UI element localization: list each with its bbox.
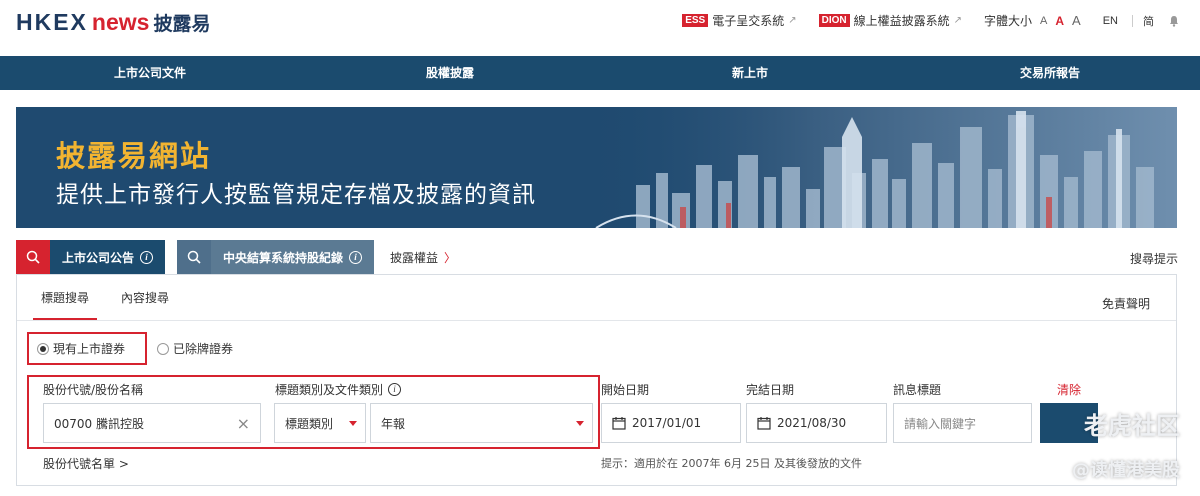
category-select-value: 標題類別 <box>285 416 334 431</box>
radio-current-listed[interactable] <box>37 342 49 355</box>
security-type-radios: 現有上市證券 已除牌證券 <box>27 332 233 365</box>
font-size-small-button[interactable]: A <box>1040 15 1047 27</box>
nav-new-listings[interactable]: 新上市 <box>600 56 900 90</box>
stock-code-list-link[interactable]: 股份代號名單 > <box>43 455 129 472</box>
top-links: ESS 電子呈交系統 ↗ DION 線上權益披露系統 ↗ 字體大小 A A A … <box>682 12 1180 29</box>
start-date-input[interactable]: 2017/01/01 <box>601 403 741 443</box>
font-size-control: 字體大小 A A A <box>984 12 1081 29</box>
bell-icon[interactable] <box>1168 15 1180 27</box>
search-icon-box <box>177 240 212 274</box>
search-icon-box <box>16 240 50 274</box>
logo-news-text: news <box>91 9 150 35</box>
search-icon <box>187 250 201 264</box>
category-label-row: 標題類別及文件類別 i <box>275 381 402 398</box>
search-tips-link[interactable]: 搜尋提示 <box>1130 250 1178 267</box>
nav-exchange-reports[interactable]: 交易所報告 <box>900 56 1200 90</box>
hkexnews-logo[interactable]: HKEX news 披露易 <box>16 9 210 36</box>
ess-link[interactable]: ESS 電子呈交系統 ↗ <box>682 12 797 29</box>
nav-listed-company-documents[interactable]: 上市公司文件 <box>0 56 300 90</box>
language-simplified-link[interactable]: 简 <box>1143 13 1154 29</box>
radio-delisted-option[interactable]: 已除牌證券 <box>157 340 233 357</box>
ess-label: 電子呈交系統 <box>712 14 785 28</box>
search-icon <box>26 250 40 264</box>
info-icon[interactable]: i <box>140 250 154 264</box>
ess-badge: ESS <box>682 14 709 27</box>
stock-input[interactable]: 00700 騰訊控股 × <box>43 403 261 443</box>
external-link-icon: ↗ <box>788 15 797 26</box>
date-range-hint: 提示：適用於在 2007年 6月 25日 及其後發放的文件 <box>601 457 862 470</box>
logo-cn-text: 披露易 <box>153 13 211 35</box>
info-icon[interactable]: i <box>388 383 402 396</box>
dion-label: 線上權益披露系統 <box>853 14 950 28</box>
headline-input[interactable]: 請輸入關鍵字 <box>893 403 1032 443</box>
clear-button[interactable]: 清除 <box>1057 381 1081 398</box>
nav-disclosure-of-interests[interactable]: 股權披露 <box>300 56 600 90</box>
chevron-down-icon <box>349 420 357 426</box>
disclaimer-link[interactable]: 免責聲明 <box>1102 295 1150 312</box>
chevron-down-icon <box>576 420 584 426</box>
banner-title: 披露易網站 <box>56 139 212 173</box>
info-icon[interactable]: i <box>349 250 363 264</box>
tab-ccass-shareholding[interactable]: 中央結算系統持股紀錄 i <box>177 240 375 274</box>
disclosure-label: 披露權益 <box>390 250 439 265</box>
font-size-large-button[interactable]: A <box>1072 13 1081 28</box>
banner-subtitle: 提供上市發行人按監管規定存檔及披露的資訊 <box>56 182 536 208</box>
city-skyline-illustration <box>576 107 1177 228</box>
search-panel: 標題搜尋 內容搜尋 免責聲明 現有上市證券 已除牌證券 股份代號/股份名稱 標題… <box>16 274 1177 486</box>
start-date-value: 2017/01/01 <box>632 416 702 430</box>
tab-listed-announcements[interactable]: 上市公司公告 i <box>16 240 166 274</box>
main-nav: 上市公司文件 股權披露 新上市 交易所報告 <box>0 56 1200 90</box>
document-type-select[interactable]: 年報 <box>370 403 593 443</box>
document-type-value: 年報 <box>381 416 406 431</box>
calendar-icon <box>757 417 771 430</box>
watermark-tiger-community: 老虎社区 <box>1084 412 1180 440</box>
headline-label: 訊息標題 <box>893 383 942 397</box>
divider <box>1132 14 1133 27</box>
tab-label-box: 上市公司公告 i <box>50 240 166 274</box>
radio-delisted-label: 已除牌證券 <box>173 342 234 356</box>
logo-hkex-text: HKEX <box>16 9 88 35</box>
font-size-label: 字體大小 <box>984 14 1033 28</box>
tab-content-search[interactable]: 內容搜尋 <box>121 275 169 321</box>
tab-listed-announcements-label: 上市公司公告 <box>62 250 135 265</box>
sub-tabs: 標題搜尋 內容搜尋 <box>33 275 193 321</box>
stock-input-value: 00700 騰訊控股 <box>54 416 144 431</box>
divider <box>17 320 1176 321</box>
category-select[interactable]: 標題類別 <box>274 403 366 443</box>
headline-placeholder: 請輸入關鍵字 <box>904 416 977 431</box>
end-date-value: 2021/08/30 <box>777 416 847 430</box>
tab-ccass-label: 中央結算系統持股紀錄 <box>223 250 344 265</box>
language-en-link[interactable]: EN <box>1103 15 1118 27</box>
category-label: 標題類別及文件類別 <box>275 383 384 397</box>
highlight-box-current: 現有上市證券 <box>27 332 148 365</box>
dion-badge: DION <box>818 14 850 27</box>
end-date-input[interactable]: 2021/08/30 <box>746 403 887 443</box>
top-header: HKEX news 披露易 ESS 電子呈交系統 ↗ DION 線上權益披露系統… <box>0 0 1200 56</box>
end-date-label: 完結日期 <box>746 383 795 397</box>
radio-delisted[interactable] <box>157 342 170 355</box>
disclosure-of-interests-link[interactable]: 披露權益 〉 <box>386 240 456 274</box>
stock-label: 股份代號/股份名稱 <box>43 383 144 397</box>
external-link-icon: ↗ <box>953 15 963 26</box>
tab-title-search[interactable]: 標題搜尋 <box>33 275 98 321</box>
radio-current-label: 現有上市證券 <box>53 342 126 356</box>
font-size-medium-button[interactable]: A <box>1055 14 1064 28</box>
tab-label-box: 中央結算系統持股紀錄 i <box>211 240 375 274</box>
start-date-label: 開始日期 <box>601 383 650 397</box>
search-tabs: 上市公司公告 i 中央結算系統持股紀錄 i 披露權益 〉 <box>16 240 456 274</box>
watermark-handle: @读懂港美股 <box>1072 460 1180 481</box>
calendar-icon <box>612 417 626 430</box>
dion-link[interactable]: DION 線上權益披露系統 ↗ <box>818 12 963 29</box>
hero-banner: 披露易網站 提供上市發行人按監管規定存檔及披露的資訊 <box>16 107 1177 228</box>
close-icon[interactable]: × <box>237 414 250 433</box>
chevron-right-icon: 〉 <box>444 250 457 265</box>
